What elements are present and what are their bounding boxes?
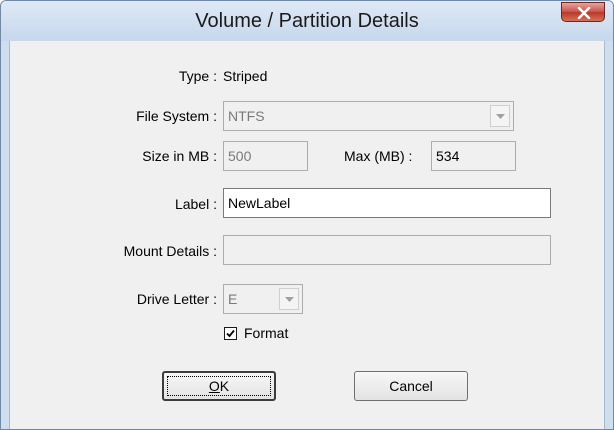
- file-system-dropdown-button[interactable]: [490, 105, 510, 127]
- type-label: Type :: [178, 68, 217, 84]
- volume-label-input[interactable]: NewLabel: [223, 188, 551, 218]
- drive-letter-dropdown-button[interactable]: [279, 288, 299, 310]
- close-button[interactable]: [561, 2, 605, 22]
- ok-accelerator: O: [208, 378, 220, 394]
- ok-label-rest: K: [219, 378, 230, 394]
- mount-details-label: Mount Details :: [123, 243, 217, 259]
- drive-letter-dropdown[interactable]: E: [223, 284, 303, 314]
- chevron-down-icon: [285, 297, 294, 302]
- file-system-label: File System :: [136, 108, 217, 124]
- close-icon: [577, 7, 591, 19]
- type-value: Striped: [223, 68, 268, 84]
- volume-label-label: Label :: [174, 196, 217, 212]
- max-value-field: 534: [431, 141, 516, 171]
- checkmark-icon: [226, 329, 235, 338]
- drive-letter-label: Drive Letter :: [136, 291, 217, 307]
- drive-letter-value: E: [228, 291, 238, 307]
- chevron-down-icon: [496, 114, 505, 119]
- cancel-button[interactable]: Cancel: [354, 371, 468, 401]
- dialog-title: Volume / Partition Details: [195, 10, 419, 32]
- size-input[interactable]: 500: [223, 141, 308, 171]
- title-bar[interactable]: Volume / Partition Details: [1, 1, 613, 41]
- max-label: Max (MB) :: [344, 148, 413, 164]
- mount-details-input[interactable]: [223, 235, 551, 265]
- size-label: Size in MB :: [142, 148, 217, 164]
- file-system-value: NTFS: [228, 108, 265, 124]
- ok-button[interactable]: OK: [162, 371, 276, 401]
- dialog-client-area: Type : Striped File System : NTFS Size i…: [9, 41, 605, 429]
- file-system-dropdown[interactable]: NTFS: [223, 101, 514, 131]
- format-checkbox-label: Format: [244, 325, 289, 341]
- format-checkbox[interactable]: [224, 327, 237, 340]
- dialog-window: Volume / Partition Details Type : Stripe…: [0, 0, 614, 430]
- cancel-label: Cancel: [389, 378, 433, 394]
